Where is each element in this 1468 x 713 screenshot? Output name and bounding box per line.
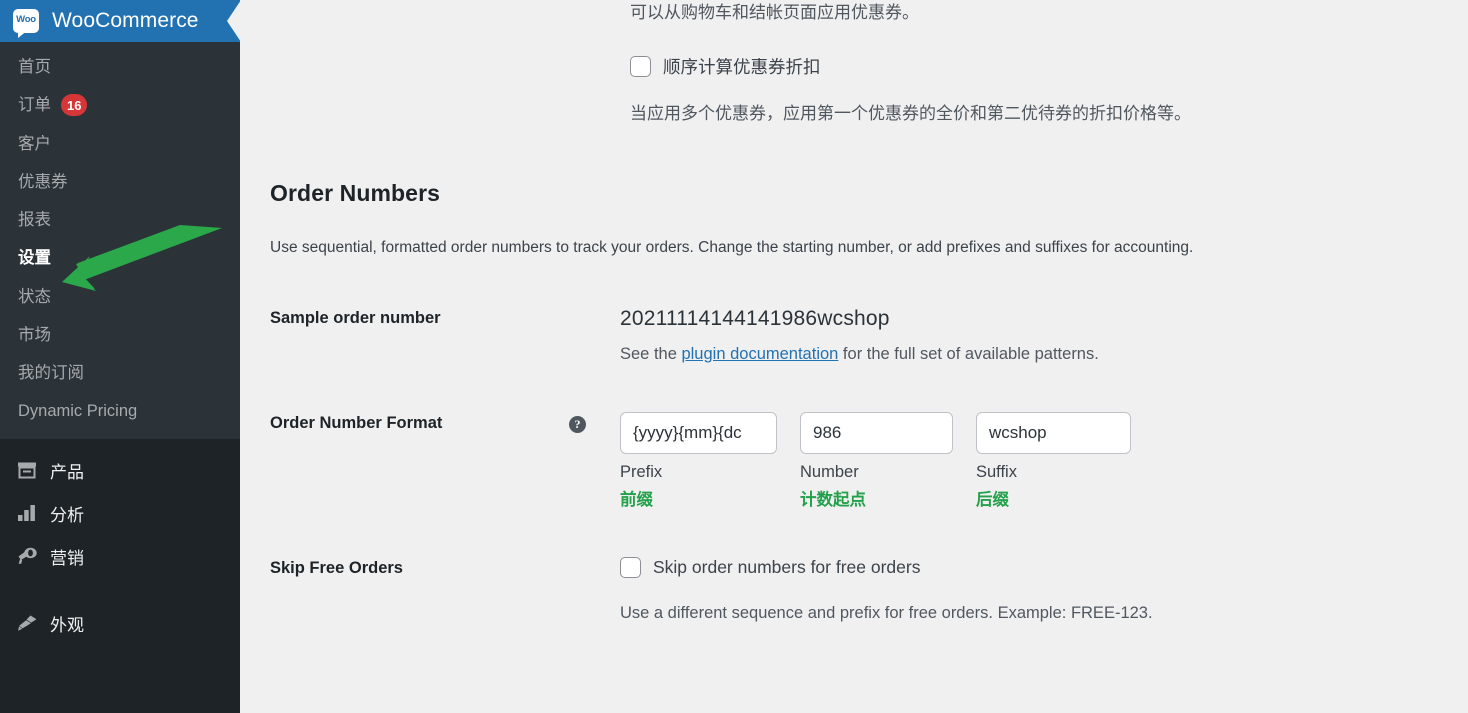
settings-content-panel: 可以从购物车和结帐页面应用优惠券。 顺序计算优惠券折扣 当应用多个优惠券，应用第… (240, 0, 1468, 713)
sidebar-item-status[interactable]: 状态 (0, 278, 240, 316)
orders-count-badge: 16 (61, 94, 88, 117)
skip-free-orders-label: Skip Free Orders (270, 559, 403, 578)
skip-free-orders-checkbox[interactable] (620, 557, 641, 579)
sequential-coupon-label: 顺序计算优惠券折扣 (663, 56, 821, 77)
sequential-coupon-checkbox[interactable] (630, 55, 651, 77)
sample-order-number-value: 20211114144141986wcshop (620, 307, 890, 331)
sample-order-number-row: Sample order number 20211114144141986wcs… (270, 307, 1468, 364)
note-suffix-text: for the full set of available patterns. (838, 345, 1099, 364)
order-numbers-description: Use sequential, formatted order numbers … (270, 239, 1194, 256)
woocommerce-brand-header: Woo WooCommerce (0, 0, 241, 42)
sidebar-item-label: 外观 (50, 615, 84, 635)
sidebar-item-label: 市场 (18, 325, 51, 344)
woocommerce-logo-icon: Woo (13, 9, 39, 38)
prefix-field-group: Prefix 前缀 (620, 412, 777, 510)
number-input[interactable] (800, 412, 953, 455)
admin-sidebar: Woo WooCommerce 首页 订单 16 客户 优惠券 报表 设置 状态… (0, 0, 241, 713)
sidebar-item-label: 首页 (18, 58, 51, 76)
woocommerce-submenu: 首页 订单 16 客户 优惠券 报表 设置 状态 市场 我的订阅 Dynamic… (0, 42, 240, 439)
sidebar-item-appearance[interactable]: 外观 (0, 602, 240, 645)
sequential-coupon-row[interactable]: 顺序计算优惠券折扣 (630, 54, 1468, 79)
skip-free-orders-checkbox-label: Skip order numbers for free orders (653, 557, 921, 578)
sidebar-item-label: 订单 (18, 96, 51, 115)
sequential-coupon-description: 当应用多个优惠券，应用第一个优惠券的全价和第二优待券的折扣价格等。 (630, 103, 1191, 123)
prefix-label-en: Prefix (620, 463, 663, 482)
sidebar-item-settings[interactable]: 设置 (0, 239, 240, 277)
products-box-icon (16, 459, 38, 481)
sidebar-item-label: 分析 (50, 505, 84, 525)
sidebar-item-home[interactable]: 首页 (0, 48, 240, 86)
sidebar-item-reports[interactable]: 报表 (0, 201, 240, 239)
sidebar-item-orders[interactable]: 订单 16 (0, 86, 240, 124)
woocommerce-settings-screen: Woo WooCommerce 首页 订单 16 客户 优惠券 报表 设置 状态… (0, 0, 1468, 713)
sample-order-number-label: Sample order number (270, 309, 441, 328)
sidebar-item-analytics[interactable]: 分析 (0, 492, 240, 535)
suffix-label-en: Suffix (976, 463, 1017, 482)
sidebar-item-marketplace[interactable]: 市场 (0, 316, 240, 354)
sidebar-item-label: 营销 (50, 548, 84, 568)
suffix-field-group: Suffix 后缀 (976, 412, 1131, 510)
prefix-input[interactable] (620, 412, 777, 455)
admin-main-menu: 产品 分析 营销 外观 (0, 438, 240, 645)
number-field-group: Number 计数起点 (800, 412, 953, 510)
skip-free-orders-checkbox-row[interactable]: Skip order numbers for free orders (620, 557, 1468, 579)
sidebar-item-dynamic-pricing[interactable]: Dynamic Pricing (0, 392, 240, 430)
sidebar-item-subscriptions[interactable]: 我的订阅 (0, 354, 240, 392)
sidebar-item-label: 客户 (18, 134, 51, 153)
sidebar-item-label: 设置 (18, 249, 51, 268)
marketing-megaphone-icon (16, 545, 38, 567)
appearance-brush-icon (16, 612, 38, 634)
sidebar-item-label: Dynamic Pricing (18, 402, 138, 421)
sidebar-item-label: 优惠券 (18, 172, 68, 191)
suffix-label-cn: 后缀 (976, 491, 1009, 510)
plugin-documentation-link[interactable]: plugin documentation (681, 345, 838, 363)
order-number-format-label: Order Number Format (270, 414, 443, 433)
sidebar-item-customers[interactable]: 客户 (0, 125, 240, 163)
sidebar-item-label: 报表 (18, 211, 51, 230)
coupon-apply-note: 可以从购物车和结帐页面应用优惠券。 (630, 3, 919, 22)
order-number-format-inputs: Prefix 前缀 Number 计数起点 Suffix 后缀 (620, 412, 1468, 510)
brand-title: WooCommerce (52, 9, 199, 32)
sidebar-item-label: 状态 (18, 287, 51, 306)
sidebar-item-label: 我的订阅 (18, 364, 84, 383)
order-number-format-row: Order Number Format ? Prefix 前缀 Number 计… (270, 412, 1468, 510)
analytics-bars-icon (16, 502, 38, 524)
sidebar-item-coupons[interactable]: 优惠券 (0, 163, 240, 201)
sidebar-item-marketing[interactable]: 营销 (0, 535, 240, 578)
prefix-label-cn: 前缀 (620, 491, 653, 510)
skip-free-orders-row: Skip Free Orders Skip order numbers for … (270, 557, 1468, 623)
sample-order-number-note: See the plugin documentation for the ful… (620, 345, 1468, 364)
note-prefix-text: See the (620, 345, 682, 364)
order-numbers-heading: Order Numbers (270, 180, 441, 206)
sidebar-item-label: 产品 (50, 462, 84, 482)
sidebar-item-products[interactable]: 产品 (0, 449, 240, 492)
skip-free-orders-description: Use a different sequence and prefix for … (620, 604, 1153, 623)
suffix-input[interactable] (976, 412, 1131, 455)
number-label-en: Number (800, 463, 859, 482)
number-label-cn: 计数起点 (800, 491, 866, 510)
woocommerce-logo-text: Woo (16, 14, 36, 26)
